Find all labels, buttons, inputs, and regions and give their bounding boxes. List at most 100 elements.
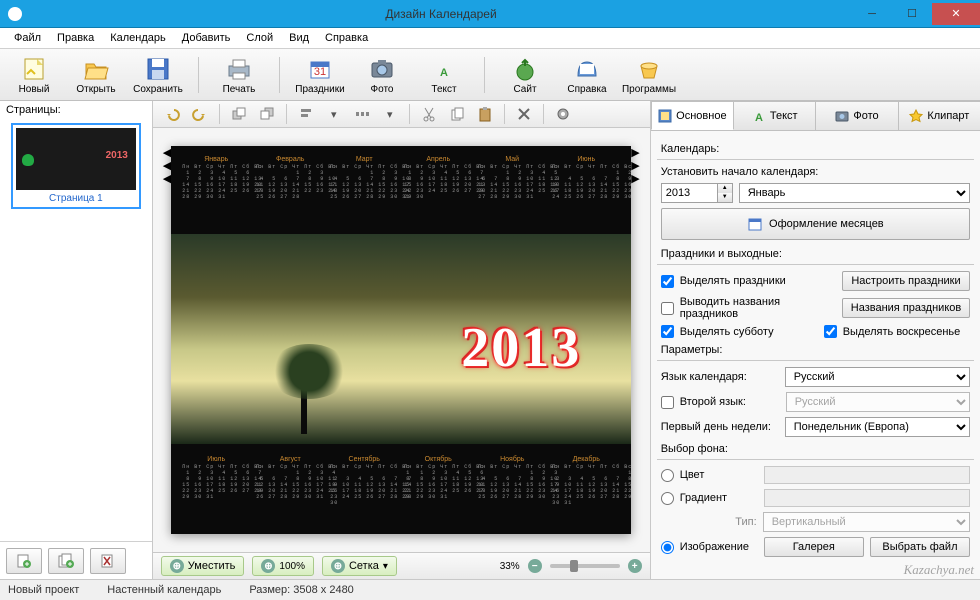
tab-text[interactable]: AТекст <box>733 101 816 130</box>
year-down[interactable]: ▼ <box>718 193 732 202</box>
tb-new[interactable]: Новый <box>8 55 60 95</box>
cut-button[interactable] <box>418 103 440 125</box>
page-duplicate-button[interactable] <box>48 548 84 574</box>
align-dd[interactable]: ▾ <box>323 103 345 125</box>
radio-image[interactable] <box>661 541 674 554</box>
toolbar-sep <box>409 104 410 124</box>
toolbar-sep <box>279 57 280 93</box>
lang2-label: Второй язык: <box>680 396 780 408</box>
print-icon <box>225 55 253 83</box>
group-bg-title: Выбор фона: <box>661 443 970 455</box>
bring-front-button[interactable] <box>228 103 250 125</box>
months-top: ЯнварьПн Вт Ср Чт Пт Сб Вс 1 2 3 4 5 6 7… <box>171 156 631 200</box>
send-back-button[interactable] <box>256 103 278 125</box>
color-swatch[interactable] <box>764 466 970 484</box>
chk-show-holiday-names[interactable] <box>661 302 674 315</box>
tb-site[interactable]: Сайт <box>499 55 551 95</box>
new-icon <box>20 55 48 83</box>
tb-apps[interactable]: Программы <box>623 55 675 95</box>
tab-photo[interactable]: Фото <box>815 101 898 130</box>
clipart-icon <box>909 109 923 123</box>
radio-gradient[interactable] <box>661 492 674 505</box>
holidays-icon: 31 <box>306 55 334 83</box>
undo-button[interactable] <box>161 103 183 125</box>
menu-calendar[interactable]: Календарь <box>102 30 174 46</box>
tab-clipart[interactable]: Клипарт <box>898 101 980 130</box>
months-design-button[interactable]: Оформление месяцев <box>661 208 970 240</box>
text-icon: A <box>430 55 458 83</box>
lang-select[interactable]: Русский <box>785 367 970 387</box>
page-add-button[interactable] <box>6 548 42 574</box>
photo-icon <box>835 109 849 123</box>
toolbar-sep <box>219 104 220 124</box>
grid-icon: ⊕ <box>331 559 345 573</box>
tb-print[interactable]: Печать <box>213 55 265 95</box>
zoom-slider[interactable] <box>550 564 620 568</box>
calendar-canvas[interactable]: ЯнварьПн Вт Ср Чт Пт Сб Вс 1 2 3 4 5 6 7… <box>171 146 631 534</box>
chk-saturday[interactable] <box>661 325 674 338</box>
page-preview <box>16 128 136 190</box>
month-select[interactable]: Январь <box>739 183 970 203</box>
holiday-names-button[interactable]: Названия праздников <box>842 298 970 318</box>
chk-lang2[interactable] <box>661 396 674 409</box>
paste-button[interactable] <box>474 103 496 125</box>
close-button[interactable]: ✕ <box>932 3 980 25</box>
titlebar: Дизайн Календарей ─ ☐ ✕ <box>0 0 980 28</box>
chk-highlight-holidays[interactable] <box>661 275 674 288</box>
maximize-button[interactable]: ☐ <box>892 3 932 25</box>
tb-help[interactable]: Справка <box>561 55 613 95</box>
grid-button[interactable]: ⊕Сетка ▾ <box>322 556 397 576</box>
menu-edit[interactable]: Правка <box>49 30 102 46</box>
distribute-dd[interactable]: ▾ <box>379 103 401 125</box>
help-icon <box>573 55 601 83</box>
firstday-select[interactable]: Понедельник (Европа) <box>785 417 970 437</box>
tb-open[interactable]: Открыть <box>70 55 122 95</box>
year-up[interactable]: ▲ <box>718 184 732 193</box>
settings-button[interactable] <box>552 103 574 125</box>
grad-type-select[interactable]: Вертикальный <box>763 512 970 532</box>
left-handle[interactable]: ◀◀◀ <box>163 146 171 185</box>
zoom-out-button[interactable]: − <box>528 559 542 573</box>
fit-button[interactable]: ⊕Уместить <box>161 556 245 576</box>
menu-layer[interactable]: Слой <box>238 30 281 46</box>
right-handle[interactable]: ▶▶▶ <box>631 146 639 185</box>
chk-sunday[interactable] <box>824 325 837 338</box>
gallery-button[interactable]: Галерея <box>764 537 864 557</box>
grad-type-label: Тип: <box>661 516 757 528</box>
delete-button[interactable] <box>513 103 535 125</box>
page-delete-button[interactable] <box>90 548 126 574</box>
page-thumb[interactable]: Страница 1 <box>11 123 141 209</box>
zoom-100-button[interactable]: ⊕100% <box>252 556 314 576</box>
toolbar-sep <box>286 104 287 124</box>
align-button[interactable] <box>295 103 317 125</box>
zoom-in-button[interactable]: + <box>628 559 642 573</box>
status-size: Размер: 3508 х 2480 <box>249 584 353 596</box>
pick-file-button[interactable]: Выбрать файл <box>870 537 970 557</box>
minimize-button[interactable]: ─ <box>852 3 892 25</box>
year-input[interactable] <box>661 183 717 203</box>
tb-holidays[interactable]: 31Праздники <box>294 55 346 95</box>
tb-text[interactable]: AТекст <box>418 55 470 95</box>
year-spinner[interactable]: ▲▼ <box>661 183 733 203</box>
year-label: 2013 <box>461 316 581 380</box>
panel-body: Календарь: Установить начало календаря: … <box>651 131 980 579</box>
canvas-area[interactable]: ◀◀◀ ЯнварьПн Вт Ср Чт Пт Сб Вс 1 2 3 4 5… <box>153 128 650 552</box>
tb-photo[interactable]: Фото <box>356 55 408 95</box>
tab-main[interactable]: Основное <box>651 101 734 130</box>
tb-save[interactable]: Сохранить <box>132 55 184 95</box>
copy-button[interactable] <box>446 103 468 125</box>
group-holidays-title: Праздники и выходные: <box>661 248 970 260</box>
gradient-swatch[interactable] <box>764 489 970 507</box>
lang2-select[interactable]: Русский <box>786 392 970 412</box>
lang-label: Язык календаря: <box>661 371 779 383</box>
menu-help[interactable]: Справка <box>317 30 376 46</box>
redo-button[interactable] <box>189 103 211 125</box>
distribute-button[interactable] <box>351 103 373 125</box>
setup-holidays-button[interactable]: Настроить праздники <box>842 271 970 291</box>
radio-color[interactable] <box>661 469 674 482</box>
main-icon <box>658 109 672 123</box>
menu-add[interactable]: Добавить <box>174 30 239 46</box>
menu-file[interactable]: Файл <box>6 30 49 46</box>
menu-view[interactable]: Вид <box>281 30 317 46</box>
right-panel: Основное AТекст Фото Клипарт Календарь: … <box>651 101 980 579</box>
